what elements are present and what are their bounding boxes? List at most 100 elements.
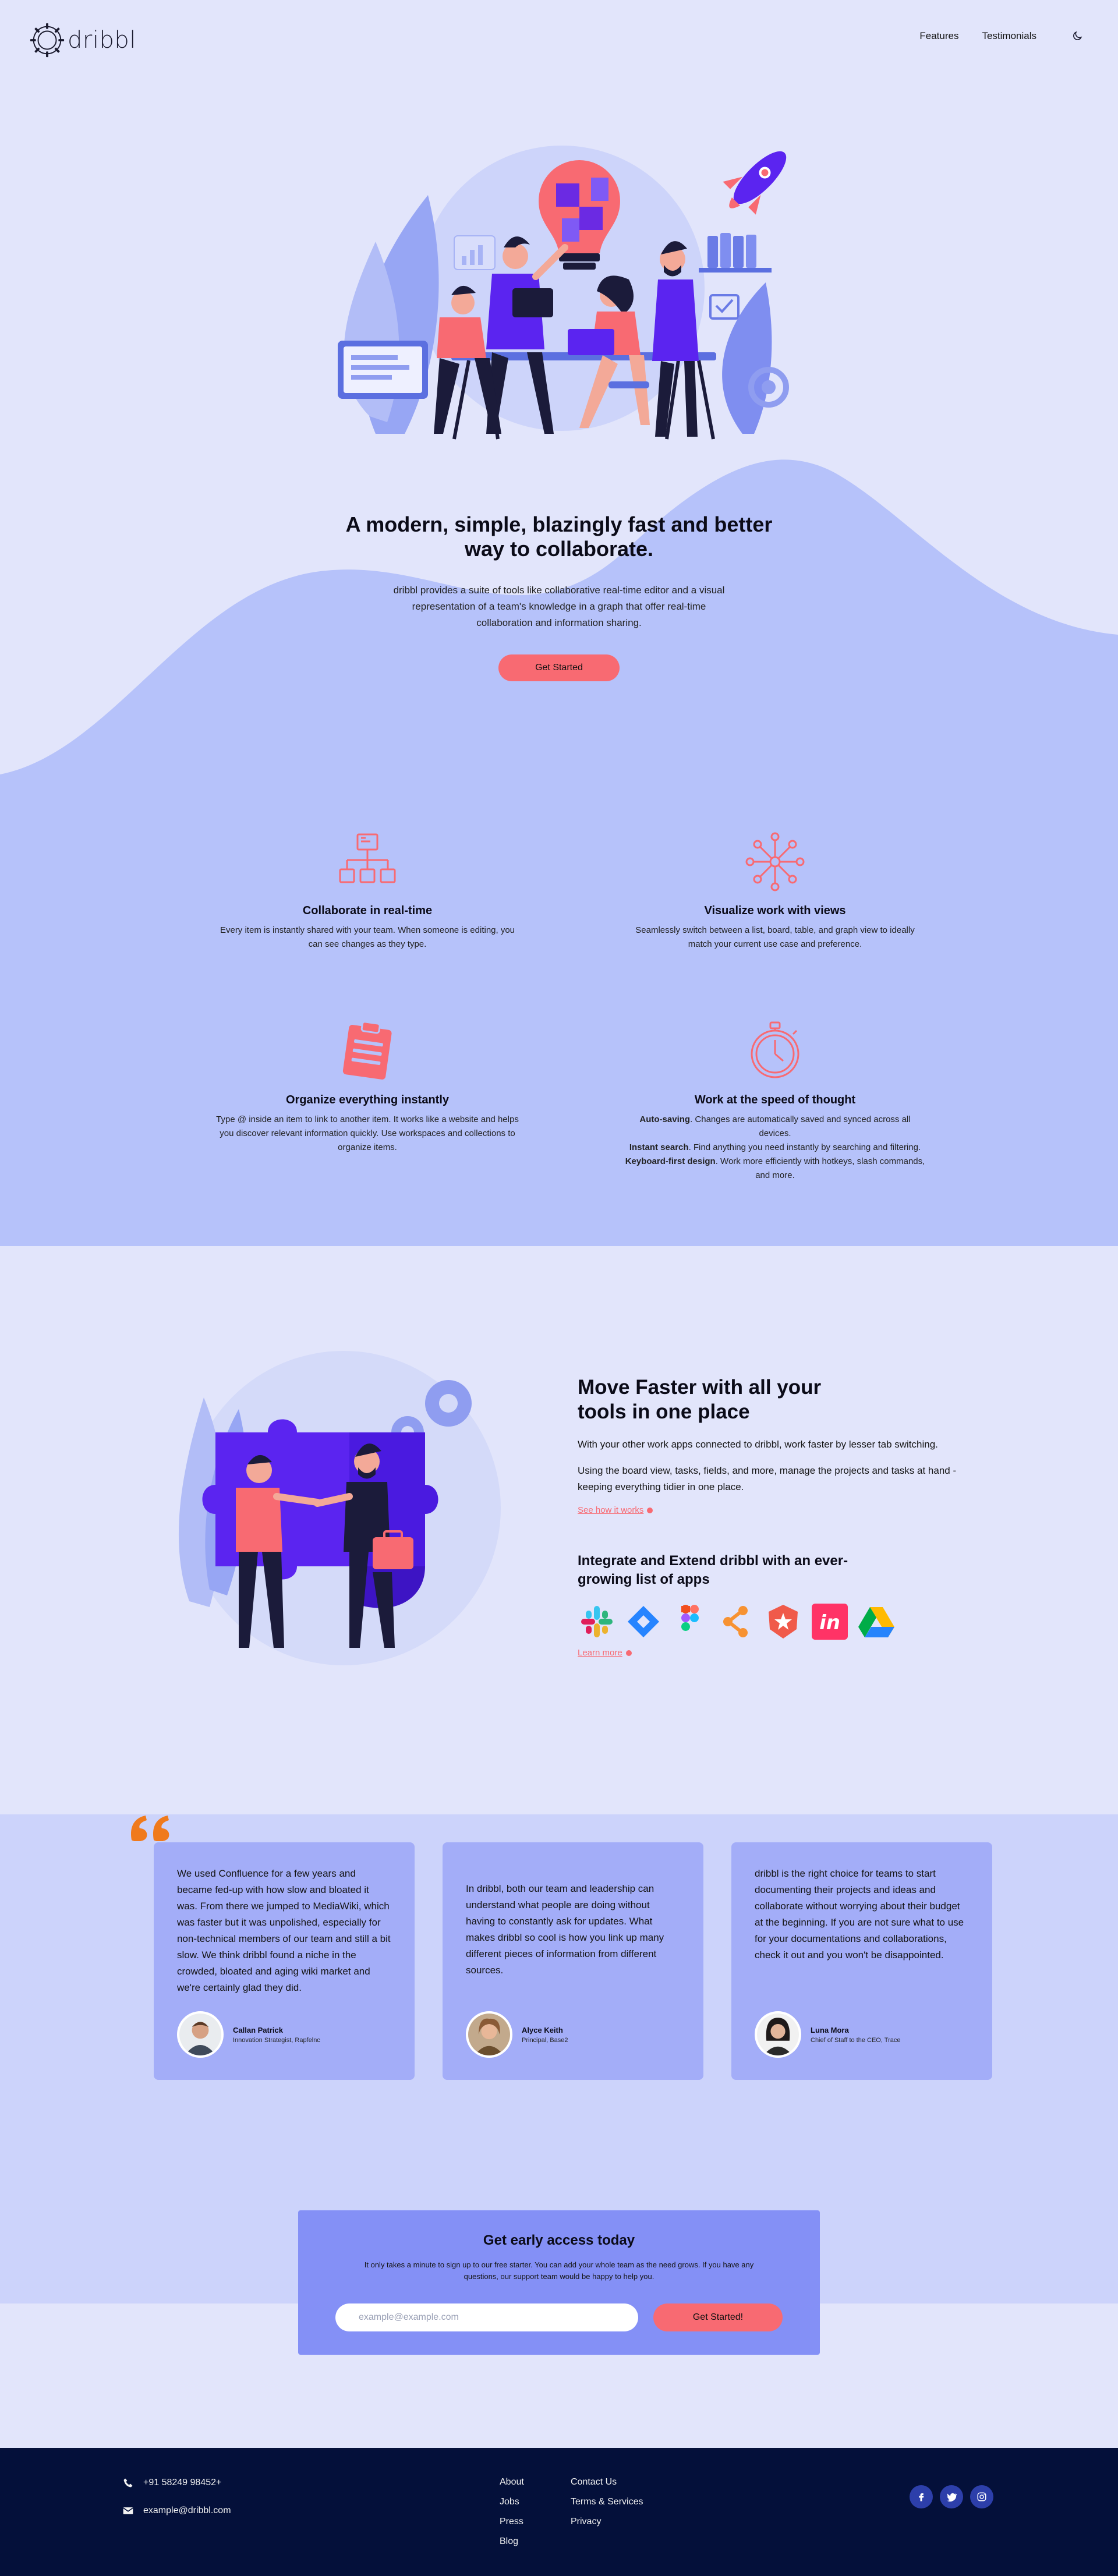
feature-text: Seamlessly switch between a list, board,…: [635, 925, 915, 949]
footer-email[interactable]: example@dribbl.com: [122, 2505, 231, 2517]
testimonial-name: Luna Mora: [811, 2025, 849, 2034]
top-nav: dribbl Features Testimonials: [0, 0, 1118, 79]
footer-contact: +91 58249 98452+ example@dribbl.com: [122, 2477, 231, 2533]
testimonial-quote: dribbl is the right choice for teams to …: [755, 1868, 964, 1961]
footer-link-privacy[interactable]: Privacy: [571, 2517, 643, 2527]
svg-text:in: in: [819, 1611, 840, 1634]
footer-link-terms[interactable]: Terms & Services: [571, 2497, 643, 2507]
nav-link-testimonials[interactable]: Testimonials: [982, 30, 1036, 42]
quote-icon: [131, 1816, 169, 1841]
avatar: [466, 2011, 512, 2058]
org-chart-icon: [339, 833, 396, 883]
early-access-text: It only takes a minute to sign up to our…: [364, 2260, 754, 2281]
footer-link-contact[interactable]: Contact Us: [571, 2477, 643, 2487]
signup-button[interactable]: Get Started!: [653, 2303, 783, 2331]
feature-speed: Work at the speed of thought Auto-saving…: [624, 1019, 926, 1183]
landing-page: dribbl Features Testimonials A modern, s…: [0, 0, 1118, 2576]
dot-icon: [625, 1650, 632, 1656]
footer-link-blog[interactable]: Blog: [500, 2536, 524, 2547]
testimonial-name: Alyce Keith: [522, 2025, 563, 2034]
figma-icon[interactable]: [671, 1602, 709, 1641]
footer-phone[interactable]: +91 58249 98452+: [122, 2477, 231, 2489]
feature-collaborate: Collaborate in real-time Every item is i…: [216, 830, 519, 951]
footer-links-company: About Jobs Press Blog: [500, 2477, 524, 2556]
brand-logo[interactable]: dribbl: [29, 22, 136, 58]
network-graph-icon: [745, 832, 805, 891]
testimonial-card: In dribbl, both our team and leadership …: [443, 1842, 703, 2080]
testimonial-author: Callan Patrick Innovation Strategist, Ra…: [177, 2011, 320, 2058]
move-faster-paragraph-2: Using the board view, tasks, fields, and…: [578, 1465, 957, 1492]
move-faster-paragraph-1: With your other work apps connected to d…: [578, 1439, 938, 1450]
feature-line-text: . Work more efficiently with hotkeys, sl…: [715, 1156, 925, 1180]
footer: +91 58249 98452+ example@dribbl.com Abou…: [0, 2448, 1118, 2576]
email-input[interactable]: [335, 2303, 638, 2331]
hero-description: dribbl provides a suite of tools like co…: [393, 585, 725, 628]
twitter-icon[interactable]: [940, 2485, 963, 2508]
early-access-card: Get early access today It only takes a m…: [298, 2210, 820, 2355]
feature-title: Collaborate in real-time: [302, 904, 433, 917]
jira-icon[interactable]: [624, 1602, 663, 1641]
feature-line-text: . Changes are automatically saved and sy…: [690, 1114, 911, 1138]
tool-icon[interactable]: [717, 1602, 756, 1641]
logo-gear-icon: [30, 23, 65, 58]
feature-title: Work at the speed of thought: [694, 1094, 856, 1106]
link-label: Learn more: [578, 1648, 622, 1658]
learn-more-link[interactable]: Learn more: [578, 1648, 632, 1658]
slack-icon[interactable]: [578, 1602, 616, 1641]
testimonial-role: Principal, Base2: [522, 2036, 568, 2044]
footer-link-press[interactable]: Press: [500, 2517, 524, 2527]
feature-text: Type @ inside an item to link to another…: [216, 1114, 519, 1152]
signup-form: Get Started!: [335, 2303, 783, 2331]
get-started-button[interactable]: Get Started: [498, 654, 620, 681]
feature-organize: Organize everything instantly Type @ ins…: [216, 1019, 519, 1155]
google-drive-icon[interactable]: [857, 1602, 896, 1641]
testimonial-author: Luna Mora Chief of Staff to the CEO, Tra…: [755, 2011, 900, 2058]
stopwatch-icon: [751, 1021, 799, 1078]
testimonial-card: dribbl is the right choice for teams to …: [731, 1842, 992, 2080]
dot-icon: [647, 1507, 653, 1513]
feature-text: Auto-saving. Changes are automatically s…: [624, 1113, 926, 1183]
facebook-icon[interactable]: [910, 2485, 933, 2508]
social-links: [910, 2485, 993, 2508]
feature-line-bold: Keyboard-first design: [625, 1156, 716, 1166]
feature-visualize: Visualize work with views Seamlessly swi…: [624, 830, 926, 951]
integrations-title: Integrate and Extend dribbl with an ever…: [578, 1553, 848, 1587]
brand-name: dribbl: [68, 27, 136, 54]
testimonial-role: Chief of Staff to the CEO, Trace: [811, 2036, 901, 2044]
hero-wave-background: [0, 459, 1118, 1246]
team-collaboration-illustration: [338, 146, 789, 440]
puzzle-handshake-illustration: [178, 1351, 501, 1665]
avatar: [755, 2011, 801, 2058]
moon-icon[interactable]: [1071, 30, 1083, 42]
link-label: See how it works: [578, 1505, 644, 1515]
phone-icon: [123, 2478, 133, 2487]
invision-icon[interactable]: in: [811, 1602, 849, 1641]
testimonial-quote: In dribbl, both our team and leadership …: [466, 1883, 664, 1976]
feature-line-text: . Find anything you need instantly by se…: [688, 1142, 921, 1152]
nav-links: Features Testimonials: [919, 30, 1083, 42]
badge-icon[interactable]: [764, 1602, 802, 1641]
footer-link-jobs[interactable]: Jobs: [500, 2497, 524, 2507]
footer-links-legal: Contact Us Terms & Services Privacy: [571, 2477, 643, 2536]
feature-line-bold: Auto-saving: [639, 1114, 691, 1124]
avatar: [177, 2011, 224, 2058]
integration-apps: in: [578, 1602, 896, 1641]
nav-link-features[interactable]: Features: [919, 30, 958, 42]
feature-text: Every item is instantly shared with your…: [220, 925, 515, 949]
instagram-icon[interactable]: [970, 2485, 993, 2508]
phone-number: +91 58249 98452+: [143, 2478, 222, 2487]
clipboard-icon: [342, 1021, 392, 1080]
email-address: example@dribbl.com: [143, 2506, 231, 2515]
hero-title: A modern, simple, blazingly fast and bet…: [345, 512, 773, 561]
footer-link-about[interactable]: About: [500, 2477, 524, 2487]
testimonial-quote: We used Confluence for a few years and b…: [177, 1868, 391, 1993]
move-faster-title: Move Faster with all your tools in one p…: [578, 1376, 822, 1423]
feature-line-bold: Instant search: [629, 1142, 689, 1152]
early-access-title: Get early access today: [483, 2232, 635, 2248]
feature-title: Visualize work with views: [704, 904, 846, 917]
mail-icon: [123, 2507, 133, 2514]
feature-title: Organize everything instantly: [285, 1094, 450, 1106]
testimonial-author: Alyce Keith Principal, Base2: [466, 2011, 568, 2058]
testimonial-role: Innovation Strategist, Rapfelnc: [233, 2036, 320, 2044]
see-how-it-works-link[interactable]: See how it works: [578, 1505, 653, 1515]
